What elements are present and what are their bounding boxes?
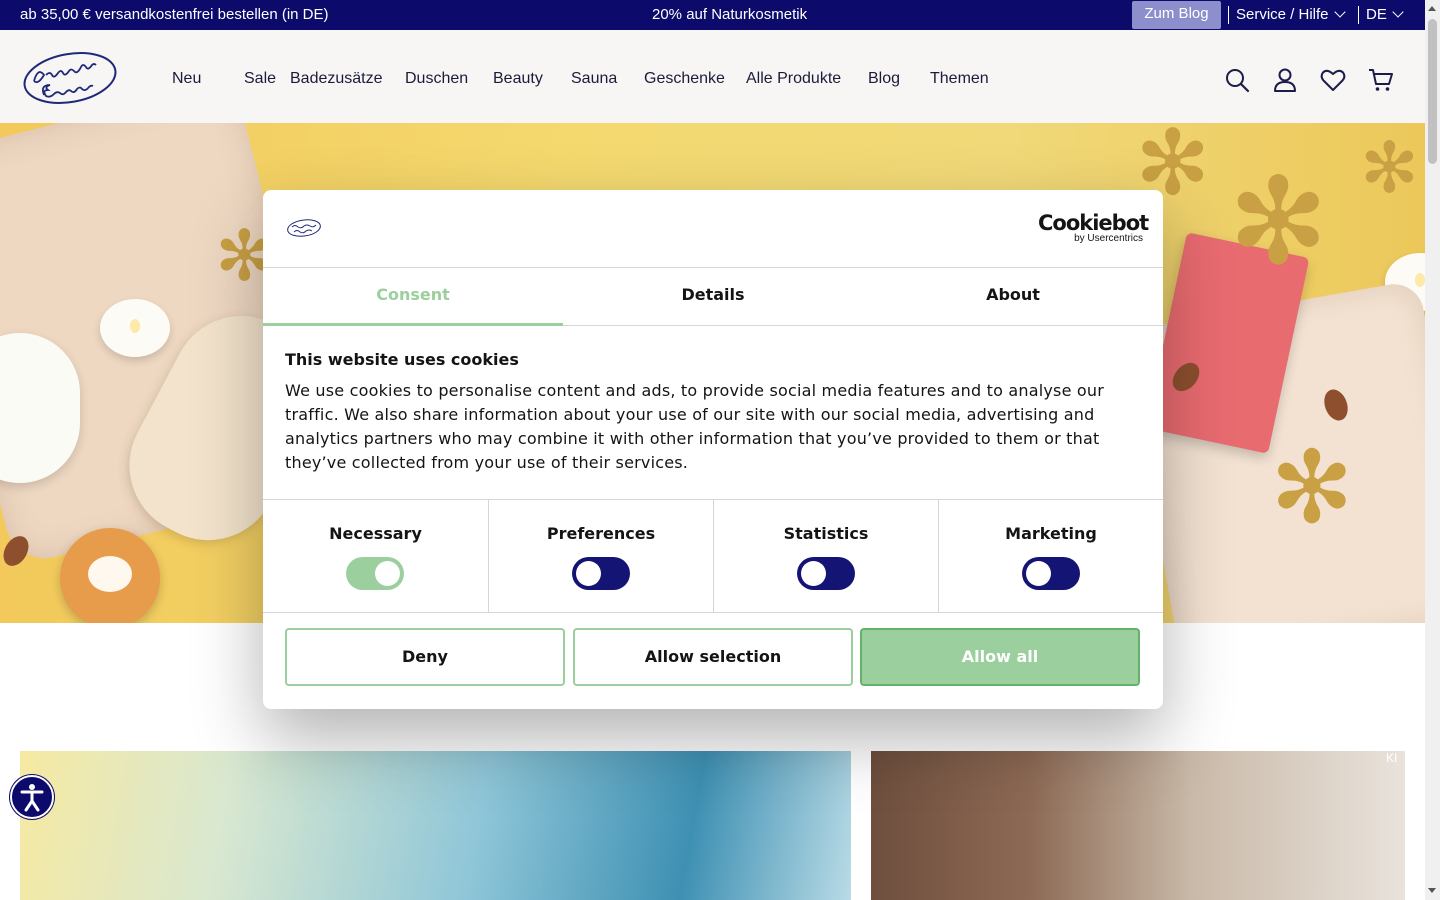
toggle-knob: [576, 561, 601, 586]
scrollbar-thumb[interactable]: [1428, 19, 1437, 164]
dialog-title: This website uses cookies: [285, 350, 519, 369]
dialog-tabs: Consent Details About: [263, 268, 1163, 326]
toggle-knob: [375, 561, 400, 586]
toggle-knob: [1026, 561, 1051, 586]
toggle-group-preferences: Preferences: [488, 500, 713, 613]
preferences-toggle[interactable]: [572, 557, 630, 590]
cookiebot-brand: Cookiebot: [1038, 211, 1149, 235]
tab-details[interactable]: Details: [563, 268, 863, 326]
allow-all-button[interactable]: Allow all: [860, 628, 1140, 686]
cookiebot-brand-sub: by Usercentrics: [1074, 233, 1143, 244]
dialog-header: Cookiebot by Usercentrics: [263, 190, 1163, 268]
page-scrollbar[interactable]: [1425, 0, 1440, 900]
toggle-group-statistics: Statistics: [713, 500, 938, 613]
consent-toggles: Necessary Preferences Statistics Marketi…: [263, 499, 1163, 613]
dialog-description: We use cookies to personalise content an…: [285, 381, 1105, 472]
toggle-group-necessary: Necessary: [263, 500, 488, 613]
scroll-down-arrow-icon[interactable]: [1428, 888, 1436, 893]
deny-button[interactable]: Deny: [285, 628, 565, 686]
toggle-knob: [801, 561, 826, 586]
scroll-up-arrow-icon[interactable]: [1428, 6, 1436, 11]
cookiebot-logo[interactable]: Cookiebot by Usercentrics: [1038, 211, 1149, 246]
necessary-toggle[interactable]: [346, 557, 404, 590]
toggle-label-necessary: Necessary: [329, 524, 422, 543]
toggle-label-statistics: Statistics: [783, 524, 869, 543]
tab-about[interactable]: About: [863, 268, 1163, 326]
allow-selection-button[interactable]: Allow selection: [573, 628, 853, 686]
cookie-consent-dialog: Cookiebot by Usercentrics Consent Detail…: [263, 190, 1163, 709]
marketing-toggle[interactable]: [1022, 557, 1080, 590]
toggle-label-preferences: Preferences: [546, 524, 656, 543]
toggle-group-marketing: Marketing: [938, 500, 1163, 613]
toggle-label-marketing: Marketing: [1005, 524, 1097, 543]
dresdner-essenz-logo: [287, 219, 321, 237]
statistics-toggle[interactable]: [797, 557, 855, 590]
tab-consent[interactable]: Consent: [263, 268, 563, 326]
